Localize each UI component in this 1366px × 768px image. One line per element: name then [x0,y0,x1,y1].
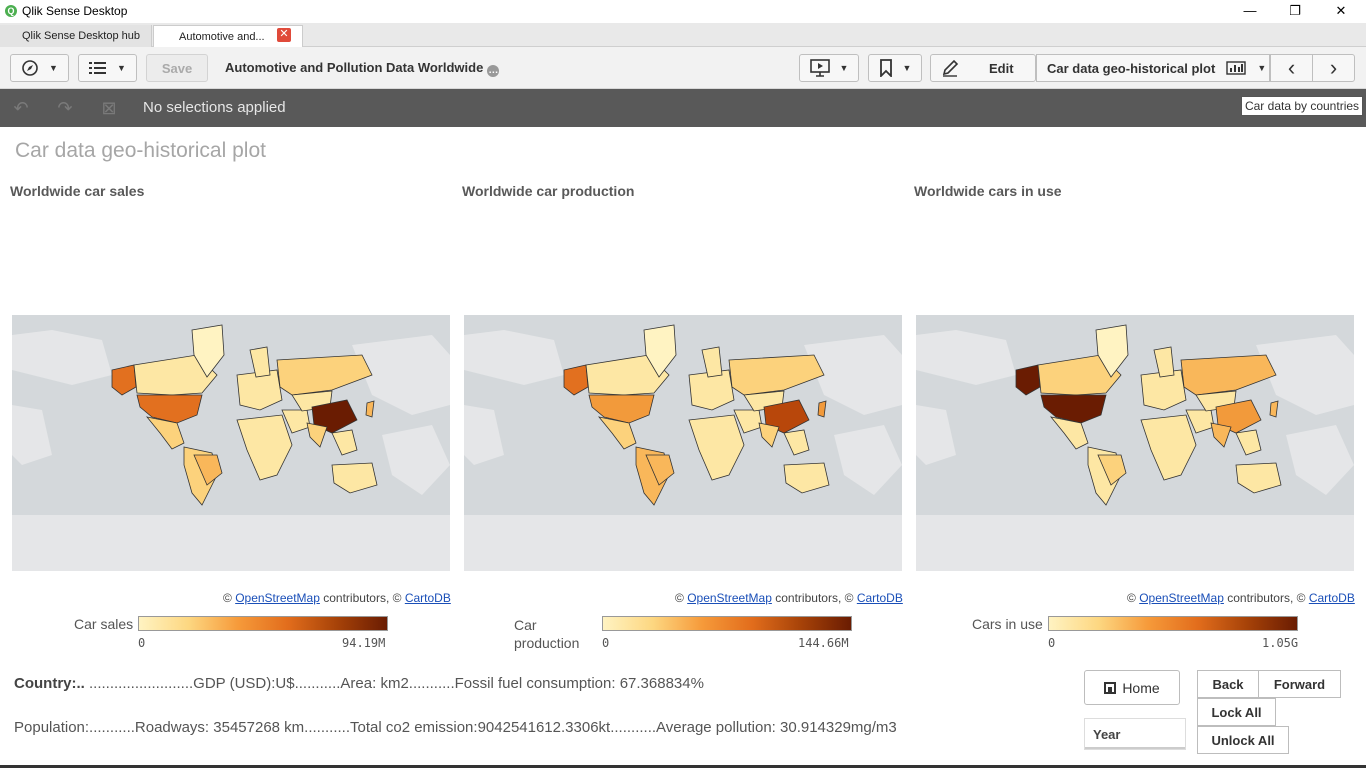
map-attribution: © OpenStreetMap contributors, © CartoDB [223,591,451,605]
toolbar: ▼ ▼ Save Automotive and Pollution Data W… [0,47,1366,89]
tab-close-icon[interactable]: ✕ [277,28,291,42]
legend-max-cars-in-use: 1.05G [1262,636,1299,650]
home-icon [1104,681,1117,694]
attribution-prefix: © [223,591,232,605]
navigation-menu-button[interactable]: ▼ [10,54,69,82]
forward-button[interactable]: Forward [1258,670,1341,698]
chevron-down-icon: ▼ [1257,63,1267,73]
map-car-production[interactable] [464,315,902,571]
legend-max-car-sales: 94.19M [342,636,386,650]
present-button[interactable]: ▼ [799,54,859,82]
pencil-icon [942,59,959,77]
lock-all-button[interactable]: Lock All [1197,698,1276,726]
home-label: Home [1122,679,1160,696]
window-title: Qlik Sense Desktop [22,4,128,18]
back-button[interactable]: Back [1197,670,1259,698]
restore-button[interactable]: ❐ [1272,0,1318,23]
next-sheet-button[interactable]: › [1312,54,1355,82]
kpi-line1-values: .........................GDP (USD):U$...… [84,675,704,692]
chevron-down-icon: ▼ [839,63,849,73]
previous-sheet-button[interactable]: ‹ [1270,54,1313,82]
cartodb-link[interactable]: CartoDB [1309,591,1355,605]
list-menu-icon [89,62,107,74]
world-map-cars-in-use[interactable] [916,315,1354,571]
legend-max-car-production: 144.66M [798,636,849,650]
sheet-selector-label: Car data geo-historical plot [1047,60,1216,76]
step-forward-icon[interactable]: ↷ [52,97,78,119]
world-map-car-sales[interactable] [12,315,450,571]
openstreetmap-link[interactable]: OpenStreetMap [687,591,772,605]
tab-bar: Qlik Sense Desktop hub Automotive and...… [0,23,1366,47]
sheet-thumbnail-icon [1226,61,1247,75]
legend-gradient-car-production [602,616,852,631]
kpi-line-country: Country:.. .........................GDP … [14,675,704,692]
chevron-down-icon: ▼ [902,63,912,73]
close-window-button[interactable]: ✕ [1318,0,1364,23]
legend-min-cars-in-use: 0 [1048,636,1056,650]
year-filter[interactable]: Year [1084,718,1186,750]
map-ghost-land [464,515,902,571]
map-attribution: © OpenStreetMap contributors, © CartoDB [675,591,903,605]
edit-button[interactable]: Edit [930,54,1036,82]
compass-icon [22,60,38,76]
bookmarks-button[interactable]: ▼ [868,54,922,82]
kpi-line-population: Population:...........Roadways: 35457268… [14,719,897,736]
info-icon[interactable]: … [487,65,500,77]
openstreetmap-link[interactable]: OpenStreetMap [1139,591,1224,605]
chart-title-car-production: Worldwide car production [462,183,635,199]
legend-title-car-sales: Car sales [74,616,134,632]
chevron-right-icon: › [1329,55,1338,80]
chevron-left-icon: ‹ [1287,55,1296,80]
home-button[interactable]: Home [1084,670,1180,705]
window-titlebar: Q Qlik Sense Desktop — ❐ ✕ [0,0,1366,23]
unlock-all-button[interactable]: Unlock All [1197,726,1289,754]
year-filter-label: Year [1093,727,1121,742]
kpi-country-label: Country:.. [14,675,85,692]
app-title-text: Automotive and Pollution Data Worldwide [225,60,484,75]
legend-gradient-car-sales [138,616,388,631]
map-car-sales[interactable] [12,315,450,571]
attribution-mid: contributors, © [1227,591,1306,605]
legend-min-car-sales: 0 [138,636,146,650]
attribution-prefix: © [1127,591,1136,605]
chart-title-car-sales: Worldwide car sales [10,183,145,199]
chevron-down-icon: ▼ [49,63,58,73]
tab-desktop-hub[interactable]: Qlik Sense Desktop hub [0,25,152,47]
year-filter-underline [1085,747,1185,749]
attribution-mid: contributors, © [323,591,402,605]
map-ghost-land [916,515,1354,571]
sheet-title: Car data geo-historical plot [15,139,266,162]
clear-selections-icon[interactable]: ⊠ [96,97,122,119]
map-ghost-land [12,515,450,571]
cartodb-link[interactable]: CartoDB [857,591,903,605]
bookmark-icon [879,59,892,77]
sheet-tooltip: Car data by countries [1241,96,1363,116]
legend-title-cars-in-use: Cars in use [972,616,1043,632]
minimize-button[interactable]: — [1227,0,1273,23]
legend-min-car-production: 0 [602,636,610,650]
step-back-icon[interactable]: ↶ [8,97,34,119]
openstreetmap-link[interactable]: OpenStreetMap [235,591,320,605]
app-title: Automotive and Pollution Data Worldwide… [225,60,500,77]
cartodb-link[interactable]: CartoDB [405,591,451,605]
map-attribution: © OpenStreetMap contributors, © CartoDB [1127,591,1355,605]
presentation-icon [809,59,830,77]
edit-label: Edit [989,60,1014,76]
save-button[interactable]: Save [146,54,208,82]
qlik-logo-icon: Q [5,5,17,17]
no-selections-text: No selections applied [143,99,286,116]
global-menu-button[interactable]: ▼ [78,54,137,82]
map-cars-in-use[interactable] [916,315,1354,571]
chart-title-cars-in-use: Worldwide cars in use [914,183,1062,199]
chevron-down-icon: ▼ [117,63,126,73]
world-map-car-production[interactable] [464,315,902,571]
attribution-prefix: © [675,591,684,605]
attribution-mid: contributors, © [775,591,854,605]
selections-bar: ↶ ↷ ⊠ No selections applied [0,89,1366,127]
legend-gradient-cars-in-use [1048,616,1298,631]
sheet-selector[interactable]: Car data geo-historical plot ▼ [1036,54,1270,82]
legend-title-car-production: Car production [514,617,580,651]
